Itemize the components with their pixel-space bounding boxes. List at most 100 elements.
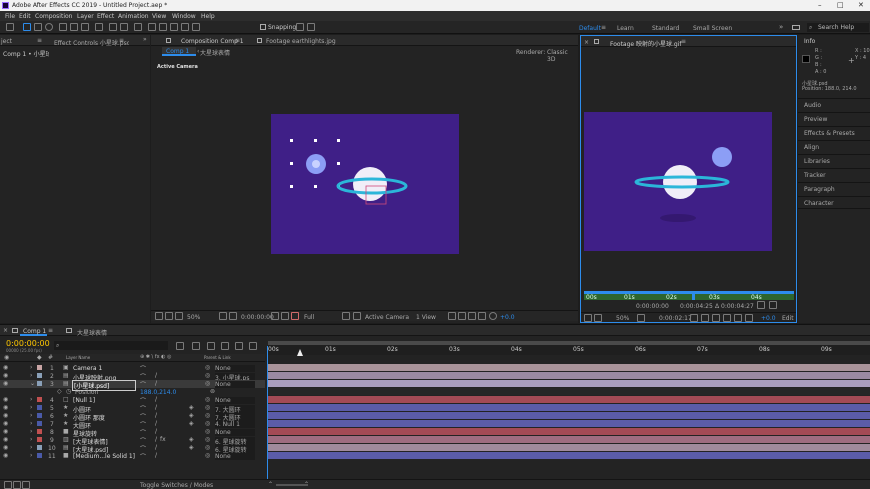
footage-playhead[interactable] (692, 291, 695, 300)
layer-name-header[interactable]: Layer Name (66, 355, 90, 360)
draft-3d-icon[interactable] (192, 342, 200, 350)
shy-layers-icon[interactable] (207, 342, 215, 350)
timeline-icon[interactable] (468, 312, 476, 320)
region-of-interest-icon[interactable] (342, 312, 350, 320)
color-channel-icon[interactable] (291, 312, 299, 320)
roto-brush-icon[interactable] (181, 23, 189, 31)
home-icon[interactable] (6, 23, 14, 31)
info-section-libraries[interactable]: Libraries (798, 154, 870, 167)
puppet-tool-icon[interactable] (192, 23, 200, 31)
timeline-tab-expression[interactable]: 大星球表情 (77, 328, 107, 337)
mask-visibility-icon[interactable] (229, 312, 237, 320)
magnification-select[interactable]: 50% (187, 314, 200, 321)
workspace-menu-icon[interactable]: ≡ (601, 24, 606, 31)
info-section-preview[interactable]: Preview (798, 112, 870, 125)
renderer-select[interactable]: Classic 3D (547, 49, 578, 63)
project-tab[interactable]: ject (1, 38, 12, 45)
layer-duration-bar[interactable] (268, 372, 870, 379)
frame-blending-icon[interactable] (221, 342, 229, 350)
workspace-default[interactable]: Default (579, 25, 601, 32)
info-section-align[interactable]: Align (798, 140, 870, 153)
info-section-audio[interactable]: Audio (798, 98, 870, 111)
snapshot-icon[interactable] (690, 314, 698, 322)
camera-view-select[interactable]: Active Camera (365, 314, 409, 321)
menu-edit[interactable]: Edit (19, 13, 31, 20)
mask-view-icon[interactable] (175, 312, 183, 320)
workspace-small-screen[interactable]: Small Screen (693, 25, 732, 32)
zoom-in-icon[interactable]: ⌃ (304, 481, 309, 488)
snap-extra-icon[interactable] (307, 23, 315, 31)
footage-in-point[interactable]: 0:00:00:00 (636, 303, 669, 310)
footage-current-time[interactable]: 0:00:02:17 (659, 315, 692, 322)
layer-duration-bar[interactable] (268, 404, 870, 411)
workspace-overflow-icon[interactable]: » (779, 23, 783, 31)
search-help-field[interactable]: ⌕ Search Help (807, 23, 869, 32)
channel-toggle-icon[interactable] (745, 314, 753, 322)
panel-overflow-icon[interactable]: » (143, 36, 147, 43)
info-section-tracker[interactable]: Tracker (798, 168, 870, 181)
comp-mini-flowchart-icon[interactable] (176, 342, 184, 350)
expand-layer-switches-icon[interactable] (4, 481, 12, 489)
panel-layout-icon[interactable] (792, 25, 800, 30)
timeline-tab-comp1[interactable]: Comp 1 (20, 326, 47, 336)
ripple-insert-icon[interactable] (757, 301, 765, 309)
window-close-button[interactable]: ✕ (858, 1, 864, 9)
eraser-tool-icon[interactable] (170, 23, 178, 31)
menu-layer[interactable]: Layer (77, 13, 94, 20)
grid-icon[interactable] (219, 312, 227, 320)
footage-edit-button[interactable]: Edit (782, 315, 794, 322)
type-tool-icon[interactable] (134, 23, 142, 31)
pen-tool-icon[interactable] (120, 23, 128, 31)
channel-toggle-icon[interactable] (734, 314, 742, 322)
footage-viewer[interactable] (584, 112, 772, 251)
always-preview-icon[interactable] (584, 314, 592, 322)
footage-tab-title[interactable]: Footage 映射的小星球.gif (610, 39, 682, 48)
menu-effect[interactable]: Effect (97, 13, 114, 20)
show-snapshot-icon[interactable] (281, 312, 289, 320)
motion-blur-icon[interactable] (235, 342, 243, 350)
layer-duration-bar[interactable] (268, 420, 870, 427)
footage-tab[interactable]: Footage earthlights.jpg (266, 38, 336, 45)
menu-file[interactable]: File (5, 13, 15, 20)
panel-menu-icon[interactable]: ≡ (37, 37, 42, 44)
info-panel-title[interactable]: Info (804, 38, 815, 45)
hand-tool-icon[interactable] (34, 23, 42, 31)
timeline-search-input[interactable]: ⌕ (54, 341, 168, 350)
clone-stamp-icon[interactable] (159, 23, 167, 31)
dolly-camera-icon[interactable] (81, 23, 89, 31)
layer-duration-bar[interactable] (268, 380, 870, 387)
zoom-tool-icon[interactable] (45, 23, 53, 31)
flowchart-icon[interactable] (478, 312, 486, 320)
menu-help[interactable]: Help (201, 13, 215, 20)
info-section-effects[interactable]: Effects & Presets (798, 126, 870, 139)
reset-exposure-icon[interactable] (489, 312, 497, 320)
color-channel-icon[interactable] (701, 314, 709, 322)
menu-window[interactable]: Window (172, 13, 196, 20)
menu-composition[interactable]: Composition (35, 13, 72, 20)
footage-magnification[interactable]: 50% (616, 315, 629, 322)
work-area-bar[interactable] (268, 341, 870, 345)
brush-tool-icon[interactable] (148, 23, 156, 31)
exposure-value[interactable]: +0.0 (500, 314, 515, 321)
window-maximize-button[interactable]: □ (837, 1, 844, 9)
layer-duration-bar[interactable] (268, 436, 870, 443)
timeline-current-time[interactable]: 0:00:00:00 (6, 339, 50, 348)
menu-animation[interactable]: Animation (118, 13, 149, 20)
timeline-time-ruler[interactable]: 00s 01s 02s 03s 04s 05s 06s 07s 08s 09s (268, 341, 870, 355)
menu-view[interactable]: View (152, 13, 166, 20)
footage-exposure[interactable]: +0.0 (761, 315, 776, 322)
current-time-display[interactable]: 0:00:00:00 (241, 314, 274, 321)
workspace-learn[interactable]: Learn (617, 25, 634, 32)
layer-duration-bar[interactable] (268, 452, 870, 459)
snap-options-icon[interactable] (296, 23, 304, 31)
panel-menu-icon[interactable]: ≡ (235, 37, 240, 44)
orbit-camera-icon[interactable] (59, 23, 67, 31)
snapping-checkbox[interactable] (260, 24, 266, 30)
panel-close-icon[interactable]: × (584, 39, 589, 46)
layer-duration-bar[interactable] (268, 364, 870, 371)
panel-menu-icon[interactable]: ≡ (119, 37, 124, 44)
layer-duration-bar[interactable] (268, 444, 870, 451)
snapshot-icon[interactable] (271, 312, 279, 320)
info-section-paragraph[interactable]: Paragraph (798, 182, 870, 195)
panel-menu-icon[interactable]: ≡ (48, 327, 53, 334)
